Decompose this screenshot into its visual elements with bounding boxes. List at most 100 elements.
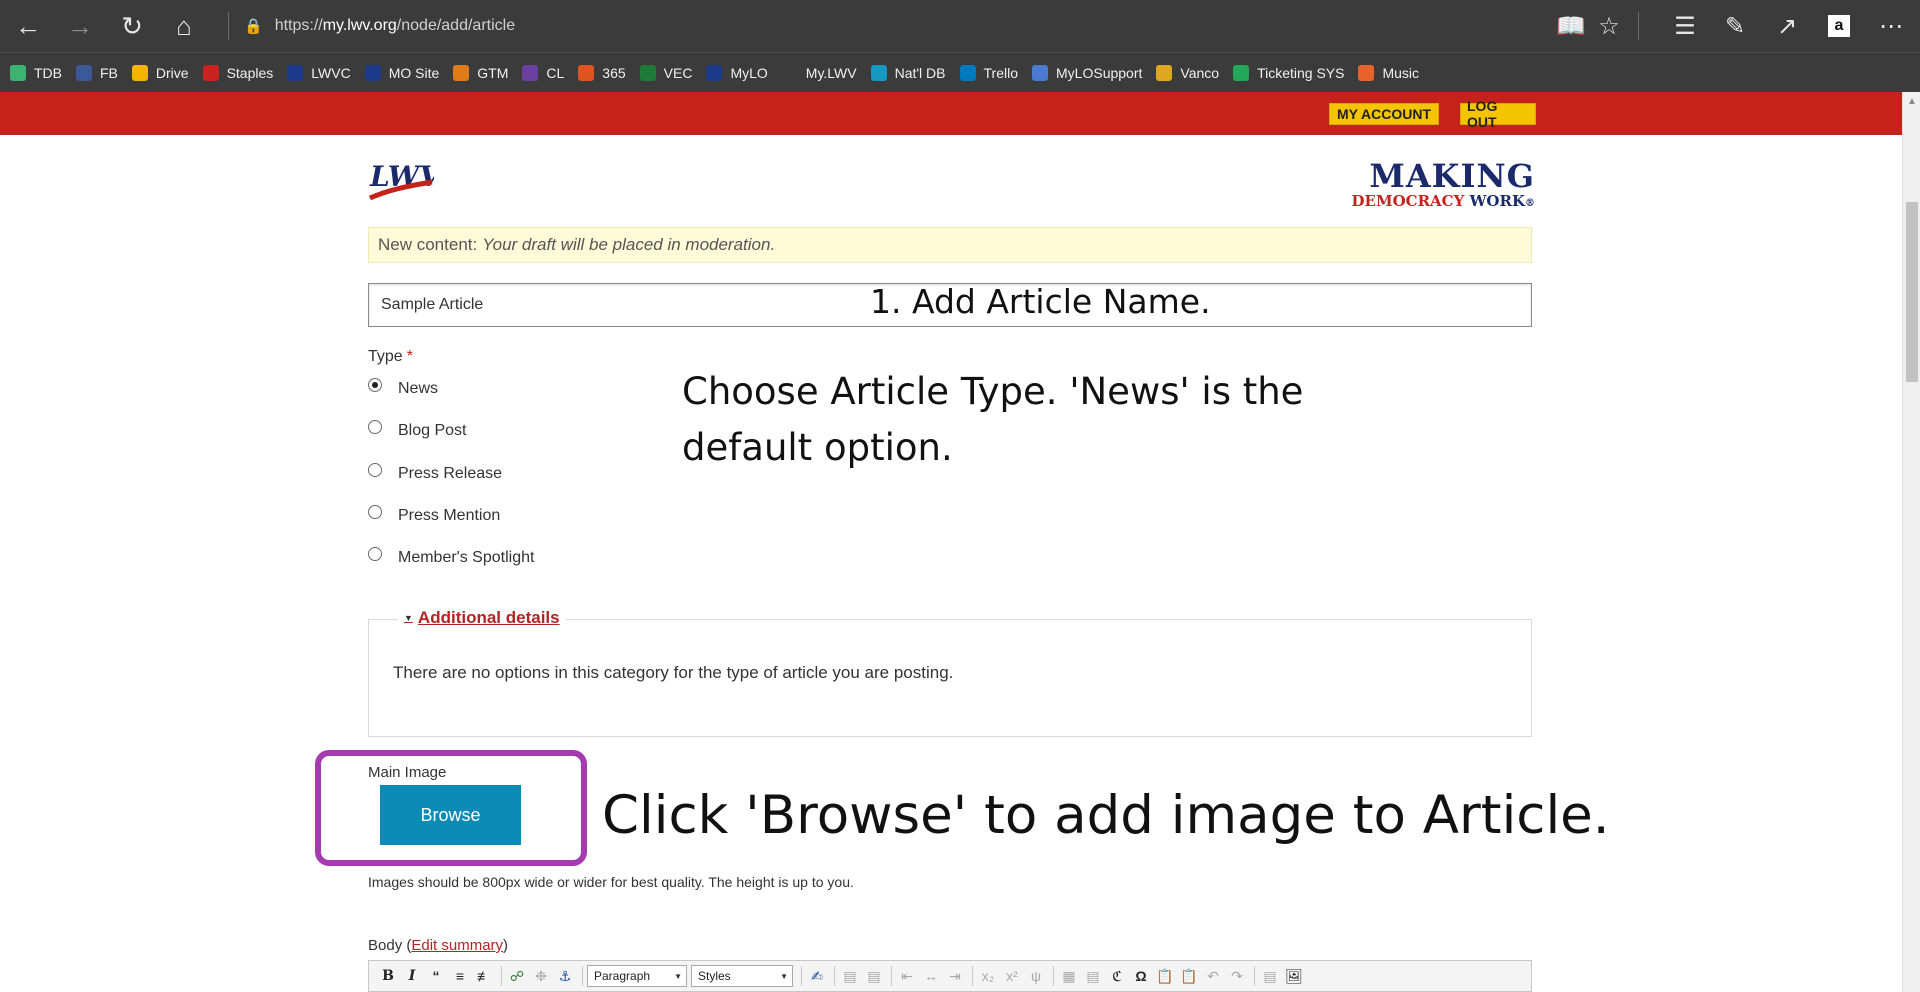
bookmark-item[interactable]: LWVC <box>287 64 351 81</box>
edit-summary-link[interactable]: Edit summary <box>411 937 503 954</box>
music-icon <box>1358 64 1375 81</box>
bookmark-item[interactable]: Nat'l DB <box>870 64 946 81</box>
link-icon[interactable]: ☍ <box>506 965 528 987</box>
favorite-star-icon[interactable]: ☆ <box>1592 10 1626 42</box>
office-icon <box>578 64 595 81</box>
italic-icon[interactable]: I <box>401 965 423 987</box>
bookmark-label: Nat'l DB <box>894 64 946 81</box>
undo-icon[interactable]: ↶ <box>1202 965 1224 987</box>
source-doc-icon[interactable]: ▤ <box>1259 965 1281 987</box>
bookmark-item[interactable]: Ticketing SYS <box>1233 64 1345 81</box>
bookmark-label: VEC <box>663 64 693 81</box>
scroll-up-arrow-icon[interactable]: ▲ <box>1907 96 1917 107</box>
align-right-icon[interactable]: ⇥ <box>944 965 966 987</box>
annotation-click-browse: Click 'Browse' to add image to Article. <box>602 785 1610 846</box>
unlink-icon[interactable]: ❉ <box>530 965 552 987</box>
gtm-icon <box>453 64 470 81</box>
special-character-icon[interactable]: Ω <box>1130 965 1152 987</box>
more-menu-icon[interactable]: ⋯ <box>1874 10 1908 42</box>
bookmark-item[interactable]: 365 <box>578 64 626 81</box>
radio-button[interactable] <box>368 463 382 477</box>
url-host: my.lwv.org <box>322 17 397 34</box>
type-option-label: Blog Post <box>398 422 467 439</box>
back-arrow-icon[interactable]: ← <box>12 10 44 42</box>
align-center-icon[interactable]: ↔ <box>920 965 942 987</box>
bookmark-item[interactable]: Trello <box>959 64 1018 81</box>
edit-source-icon[interactable]: ✍ <box>806 965 828 987</box>
redo-icon[interactable]: ↷ <box>1226 965 1248 987</box>
numbered-list-icon[interactable]: ≢ <box>473 965 495 987</box>
facebook-icon <box>76 64 92 81</box>
scroll-thumb[interactable] <box>1906 202 1918 382</box>
bookmark-label: Ticketing SYS <box>1257 64 1345 81</box>
bookmark-item[interactable]: Drive <box>131 64 189 81</box>
type-option-0[interactable]: News <box>368 378 439 398</box>
outdent-icon[interactable]: ▤ <box>863 965 885 987</box>
bookmark-item[interactable]: CL <box>522 64 564 81</box>
insert-image-icon[interactable]: 🖼 <box>1283 965 1305 987</box>
type-option-3[interactable]: Press Mention <box>368 505 500 525</box>
log-out-button[interactable]: LOG OUT <box>1460 98 1536 130</box>
lwv-logo[interactable]: LWV <box>368 156 444 206</box>
additional-details-toggle[interactable]: ▼ Additional details <box>398 608 566 628</box>
type-option-4[interactable]: Member's Spotlight <box>368 547 534 567</box>
share-icon[interactable]: ↗ <box>1770 10 1804 42</box>
bookmark-item[interactable]: Vanco <box>1156 64 1219 81</box>
amazon-icon[interactable]: a <box>1822 10 1856 42</box>
bulleted-list-icon[interactable]: ≡ <box>449 965 471 987</box>
horizontal-rule-icon[interactable]: ▤ <box>1082 965 1104 987</box>
bookmark-item[interactable]: TDB <box>10 64 62 81</box>
bookmark-label: MyLO <box>730 64 768 81</box>
body-field-label: Body (Edit summary) <box>368 937 509 954</box>
my-account-button[interactable]: MY ACCOUNT <box>1329 103 1439 125</box>
bookmark-item[interactable]: FB <box>76 64 118 81</box>
notice-label: New content: <box>378 235 478 254</box>
forward-arrow-icon[interactable]: → <box>64 10 96 42</box>
type-option-1[interactable]: Blog Post <box>368 420 467 440</box>
favorites-list-icon[interactable]: ☰ <box>1668 10 1702 42</box>
page-scrollbar[interactable]: ▲ <box>1902 92 1920 992</box>
toolbar-separator <box>834 966 835 986</box>
pen-notes-icon[interactable]: ✎ <box>1718 10 1752 42</box>
triangle-down-icon: ▼ <box>404 613 413 623</box>
table-icon[interactable]: ▦ <box>1058 965 1080 987</box>
bookmark-item[interactable]: MyLO <box>706 64 768 81</box>
bookmark-item[interactable]: MyLOSupport <box>1032 64 1142 81</box>
blockquote-icon[interactable]: “ <box>425 965 447 987</box>
radio-button[interactable] <box>368 547 382 561</box>
superscript-icon[interactable]: x² <box>1001 965 1023 987</box>
url-prefix: https:// <box>274 17 323 34</box>
address-bar[interactable]: 🔒 https://my.lwv.org/node/add/article <box>244 12 515 40</box>
bold-icon[interactable]: B <box>377 965 399 987</box>
refresh-icon[interactable]: ↻ <box>116 10 148 42</box>
indent-icon[interactable]: ▤ <box>839 965 861 987</box>
bookmark-item[interactable]: MO Site <box>364 64 439 81</box>
making-democracy-work-logo[interactable]: MAKING DEMOCRACY WORK® <box>1335 160 1535 212</box>
home-icon[interactable]: ⌂ <box>168 10 200 42</box>
type-option-2[interactable]: Press Release <box>368 463 502 483</box>
radio-button[interactable] <box>368 378 382 392</box>
styles-select[interactable]: Styles ▼ <box>691 965 793 987</box>
anchor-icon[interactable]: ⚓ <box>554 965 576 987</box>
bookmark-item[interactable]: GTM <box>453 64 508 81</box>
bookmark-item[interactable]: My.LWV <box>781 64 857 81</box>
special-format-icon[interactable]: ψ <box>1025 965 1047 987</box>
subscript-icon[interactable]: x₂ <box>977 965 999 987</box>
radio-button[interactable] <box>368 505 382 519</box>
chevron-down-icon: ▼ <box>780 971 788 981</box>
peace-icon <box>522 64 539 81</box>
sheet-icon <box>639 64 656 81</box>
remove-format-icon[interactable]: ℭ <box>1106 965 1128 987</box>
type-option-label: News <box>398 380 439 397</box>
align-left-icon[interactable]: ⇤ <box>896 965 918 987</box>
bookmark-item[interactable]: Staples <box>202 64 273 81</box>
paste-icon[interactable]: 📋 <box>1154 965 1176 987</box>
paragraph-format-select[interactable]: Paragraph ▼ <box>587 965 687 987</box>
bookmark-item[interactable]: Music <box>1358 64 1419 81</box>
bookmark-item[interactable]: VEC <box>639 64 693 81</box>
lwv-icon <box>706 64 723 81</box>
radio-button[interactable] <box>368 420 382 434</box>
reading-view-icon[interactable]: 📖 <box>1554 10 1588 42</box>
browser-toolbar: ← → ↻ ⌂ 🔒 https://my.lwv.org/node/add/ar… <box>0 0 1920 52</box>
paste-word-icon[interactable]: 📋 <box>1178 965 1200 987</box>
